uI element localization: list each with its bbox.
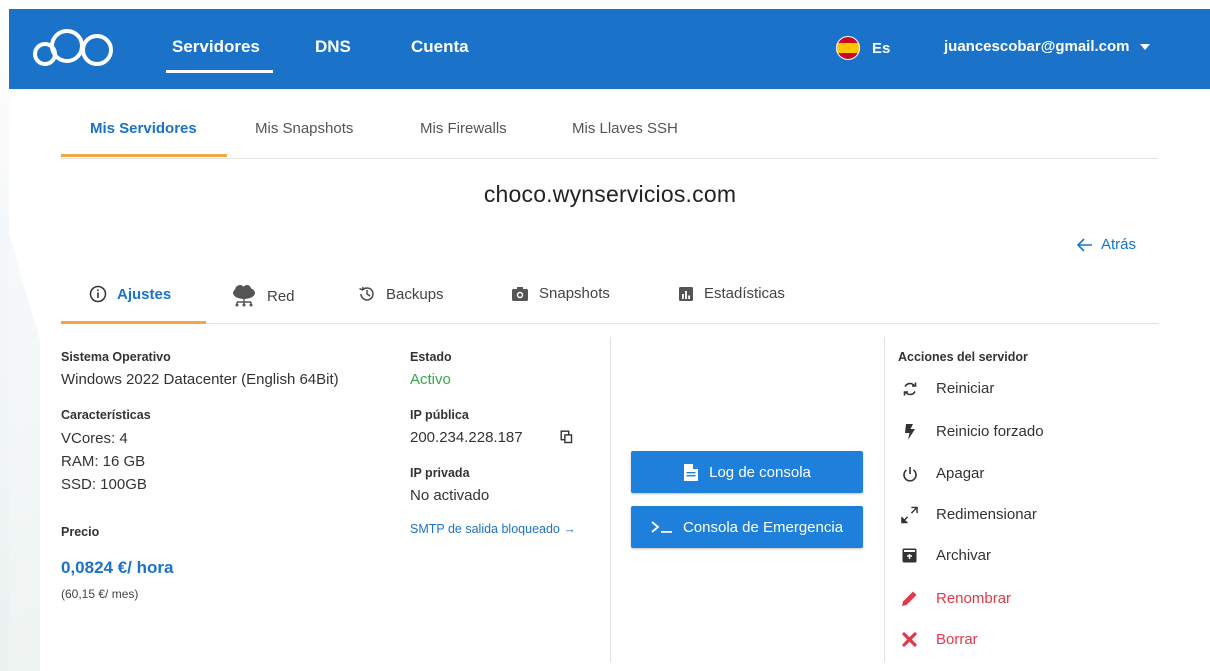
terminal-prompt-icon: [651, 521, 672, 533]
smtp-blocked-link[interactable]: SMTP de salida bloqueado →: [410, 522, 576, 536]
pencil-icon: [902, 591, 917, 606]
tab-red-label: Red: [267, 287, 295, 305]
emergency-console-label: Consola de Emergencia: [682, 518, 844, 536]
detail-tab-active-indicator: [61, 321, 206, 324]
public-ip-label: IP pública: [410, 408, 469, 422]
document-icon: [684, 463, 699, 481]
tab-ajustes-label: Ajustes: [117, 285, 172, 303]
tab-snapshots[interactable]: Snapshots: [511, 285, 610, 302]
public-ip-value: 200.234.228.187: [410, 429, 523, 446]
action-reinicio-forzado[interactable]: Reinicio forzado: [901, 423, 1044, 440]
action-reinicio-forzado-label: Reinicio forzado: [936, 423, 1044, 440]
action-redimensionar[interactable]: Redimensionar: [901, 506, 1037, 523]
actions-divider: [884, 337, 885, 662]
spain-flag-icon: [836, 36, 860, 60]
os-label: Sistema Operativo: [61, 350, 171, 364]
features-label: Características: [61, 408, 151, 422]
nav-servidores[interactable]: Servidores: [172, 37, 260, 57]
history-icon: [359, 286, 374, 301]
emergency-console-button[interactable]: Consola de Emergencia: [631, 506, 863, 548]
price-per-month: (60,15 €/ mes): [61, 587, 139, 601]
user-email: juancescobar@gmail.com: [944, 38, 1130, 55]
price-label: Precio: [61, 525, 100, 539]
nav-active-indicator: [166, 70, 273, 73]
back-label: Atrás: [1101, 236, 1137, 253]
top-navbar: Servidores DNS Cuenta Es juancescobar@gm…: [9, 9, 1210, 89]
tab-estadisticas-label: Estadísticas: [704, 285, 785, 302]
os-value: Windows 2022 Datacenter (English 64Bit): [61, 371, 339, 388]
info-icon: [89, 285, 107, 303]
ssd-value: SSD: 100GB: [61, 476, 147, 493]
console-log-button[interactable]: Log de consola: [631, 451, 863, 493]
tab-ajustes[interactable]: Ajustes: [89, 285, 171, 303]
language-label: Es: [872, 39, 891, 57]
tab-estadisticas[interactable]: Estadísticas: [678, 285, 785, 302]
column-divider: [610, 337, 611, 662]
action-apagar[interactable]: Apagar: [901, 465, 984, 482]
arrow-left-icon: [1077, 237, 1092, 252]
action-archivar[interactable]: Archivar: [901, 547, 991, 564]
private-ip-label: IP privada: [410, 466, 470, 480]
delete-x-icon: [902, 632, 917, 647]
action-renombrar[interactable]: Renombrar: [901, 590, 1011, 607]
action-apagar-label: Apagar: [936, 465, 985, 482]
cloud-circles-logo[interactable]: [31, 28, 123, 68]
subtab-active-indicator: [61, 154, 227, 157]
action-archivar-label: Archivar: [936, 547, 992, 564]
tab-snapshots-label: Snapshots: [539, 285, 610, 302]
copy-icon[interactable]: [560, 430, 574, 444]
action-redimensionar-label: Redimensionar: [936, 506, 1037, 523]
nav-cuenta[interactable]: Cuenta: [411, 37, 469, 57]
archive-icon: [902, 548, 917, 563]
bar-chart-icon: [679, 286, 693, 301]
state-value: Activo: [410, 371, 451, 388]
user-menu[interactable]: juancescobar@gmail.com: [944, 38, 1150, 55]
action-reiniciar-label: Reiniciar: [936, 380, 995, 397]
resize-arrows-icon: [901, 506, 918, 523]
action-renombrar-label: Renombrar: [936, 590, 1012, 607]
tab-mis-llaves-ssh[interactable]: Mis Llaves SSH: [572, 120, 678, 137]
cloud-network-icon: [233, 285, 255, 307]
state-label: Estado: [410, 350, 452, 364]
nav-dns[interactable]: DNS: [315, 37, 351, 57]
back-link[interactable]: Atrás: [1077, 236, 1136, 253]
chevron-down-icon: [1139, 43, 1150, 50]
power-icon: [902, 466, 917, 482]
tab-mis-servidores[interactable]: Mis Servidores: [90, 120, 197, 137]
tab-mis-snapshots[interactable]: Mis Snapshots: [255, 120, 353, 137]
ram-value: RAM: 16 GB: [61, 453, 146, 470]
tab-red[interactable]: Red: [231, 285, 295, 307]
page-title: choco.wynservicios.com: [483, 181, 737, 207]
lightning-icon: [904, 423, 915, 440]
private-ip-value: No activado: [410, 487, 490, 504]
restart-icon: [903, 382, 916, 395]
action-borrar[interactable]: Borrar: [901, 631, 978, 648]
background-decoration: [0, 200, 40, 671]
vcores-value: VCores: 4: [61, 430, 128, 447]
camera-icon: [512, 286, 528, 301]
language-selector[interactable]: Es: [836, 36, 890, 60]
tab-mis-firewalls[interactable]: Mis Firewalls: [420, 120, 507, 137]
server-detail-tabs: Ajustes Red Backups Snapshots Estadístic…: [61, 272, 1158, 324]
server-section-tabs: Mis Servidores Mis Snapshots Mis Firewal…: [61, 108, 1158, 159]
server-actions-title: Acciones del servidor: [898, 350, 1028, 364]
console-log-label: Log de consola: [709, 463, 811, 481]
action-borrar-label: Borrar: [936, 631, 978, 648]
price-per-hour: 0,0824 €/ hora: [61, 558, 174, 577]
tab-backups[interactable]: Backups: [358, 285, 444, 303]
action-reiniciar[interactable]: Reiniciar: [901, 380, 994, 397]
tab-backups-label: Backups: [386, 285, 444, 303]
